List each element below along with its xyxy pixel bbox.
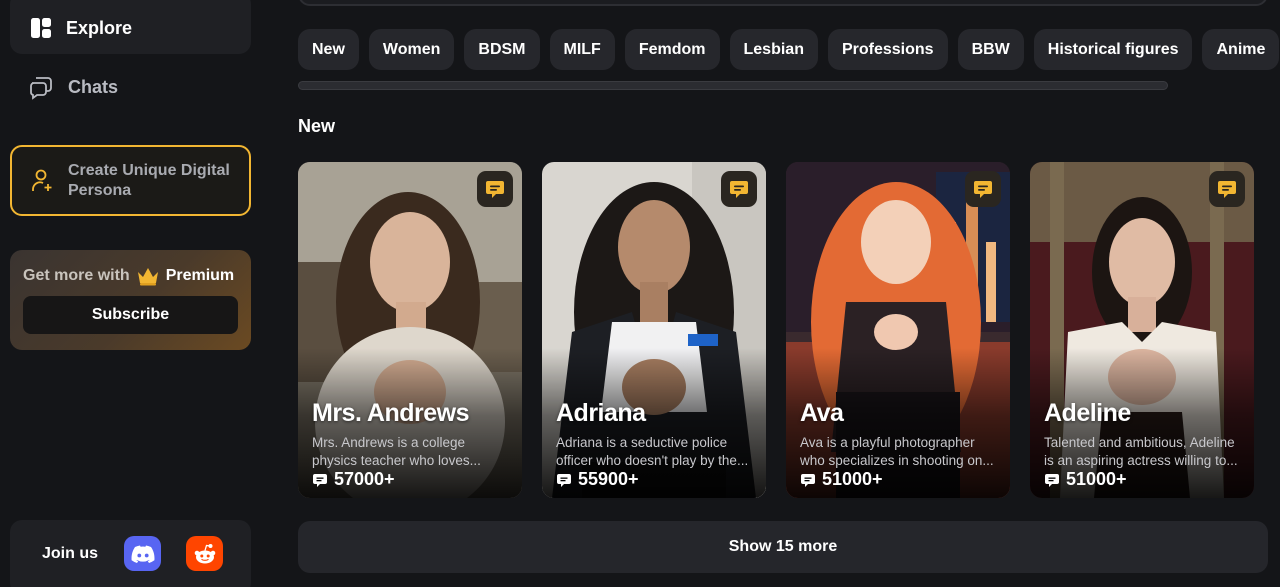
- character-name: Adriana: [556, 399, 646, 427]
- category-chip-professions[interactable]: Professions: [827, 29, 948, 70]
- section-title: New: [298, 116, 336, 136]
- nav-explore-label: Explore: [66, 17, 133, 38]
- chat-count-value: 51000+: [822, 469, 883, 489]
- character-card[interactable]: Adeline Talented and ambitious, Adeline …: [1030, 162, 1254, 498]
- character-card[interactable]: Mrs. Andrews Mrs. Andrews is a college p…: [298, 162, 522, 498]
- discord-button[interactable]: [124, 536, 162, 571]
- character-card[interactable]: Adriana Adriana is a seductive police of…: [542, 162, 766, 498]
- join-us-label: Join us: [42, 544, 99, 562]
- category-chip-women[interactable]: Women: [368, 29, 455, 70]
- app-root: Explore Chats Create Unique Digital Pers…: [0, 0, 1280, 587]
- premium-prefix: Get more with: [23, 267, 130, 284]
- grid-icon: [30, 17, 52, 39]
- reddit-icon: [193, 543, 217, 565]
- character-cards: Mrs. Andrews Mrs. Andrews is a college p…: [298, 162, 1254, 498]
- subscribe-button[interactable]: Subscribe: [23, 296, 238, 334]
- message-icon: [800, 472, 816, 488]
- character-name: Adeline: [1044, 399, 1131, 427]
- category-chip-new[interactable]: New: [298, 29, 359, 70]
- chat-count-value: 55900+: [578, 469, 639, 489]
- premium-panel: Get more with Premium Subscribe: [10, 250, 251, 350]
- create-persona-button[interactable]: Create Unique Digital Persona: [10, 145, 251, 216]
- category-chip-anime[interactable]: Anime: [1202, 29, 1280, 70]
- category-chips: New Women BDSM MILF Femdom Lesbian Profe…: [298, 29, 1280, 70]
- category-scrollbar[interactable]: [298, 81, 1168, 90]
- crown-icon: [136, 266, 160, 286]
- category-chip-milf[interactable]: MILF: [549, 29, 615, 70]
- character-name: Ava: [800, 399, 844, 427]
- nav-chats[interactable]: Chats: [10, 62, 251, 112]
- chat-count: 51000+: [800, 469, 883, 490]
- chat-badge-icon: [477, 171, 513, 207]
- join-us-panel: Join us: [10, 520, 251, 587]
- chat-count: 55900+: [556, 469, 639, 490]
- reddit-button[interactable]: [186, 536, 224, 571]
- create-persona-label: Create Unique Digital Persona: [68, 161, 230, 199]
- character-card[interactable]: Ava Ava is a playful photographer who sp…: [786, 162, 1010, 498]
- nav-explore[interactable]: Explore: [10, 0, 251, 54]
- chat-badge-icon: [1209, 171, 1245, 207]
- character-description: Talented and ambitious, Adeline is an as…: [1044, 435, 1238, 468]
- sidebar: Explore Chats Create Unique Digital Pers…: [0, 0, 262, 587]
- discord-icon: [131, 545, 155, 563]
- message-icon: [556, 472, 572, 488]
- character-description: Ava is a playful photographer who specia…: [800, 435, 994, 468]
- chat-count-value: 57000+: [334, 469, 395, 489]
- show-more-button[interactable]: Show 15 more: [298, 521, 1268, 573]
- premium-name: Premium: [165, 267, 235, 284]
- chat-badge-icon: [965, 171, 1001, 207]
- user-add-icon: [30, 168, 54, 194]
- character-description: Mrs. Andrews is a college physics teache…: [312, 435, 481, 468]
- category-chip-femdom[interactable]: Femdom: [624, 29, 720, 70]
- chat-bubbles-icon: [28, 74, 54, 100]
- message-icon: [1044, 472, 1060, 488]
- search-bar[interactable]: [298, 0, 1268, 6]
- chat-badge-icon: [721, 171, 757, 207]
- category-chip-bbw[interactable]: BBW: [957, 29, 1024, 70]
- chat-count-value: 51000+: [1066, 469, 1127, 489]
- category-chip-bdsm[interactable]: BDSM: [464, 29, 540, 70]
- chat-count: 57000+: [312, 469, 395, 490]
- nav-chats-label: Chats: [68, 76, 119, 97]
- chat-count: 51000+: [1044, 469, 1127, 490]
- message-icon: [312, 472, 328, 488]
- category-chip-historical-figures[interactable]: Historical figures: [1033, 29, 1193, 70]
- category-chip-lesbian[interactable]: Lesbian: [729, 29, 818, 70]
- character-name: Mrs. Andrews: [312, 399, 470, 427]
- character-description: Adriana is a seductive police officer wh…: [556, 435, 749, 468]
